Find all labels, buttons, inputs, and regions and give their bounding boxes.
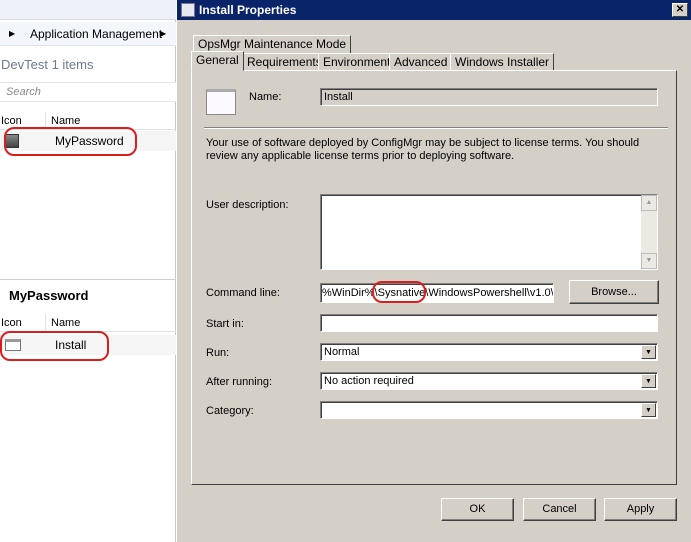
- highlight-circle: [0, 331, 109, 361]
- ok-button[interactable]: OK: [441, 498, 514, 521]
- start-in-label: Start in:: [206, 318, 244, 330]
- name-label: Name:: [249, 91, 282, 103]
- list-title: DevTest 1 items: [1, 57, 94, 72]
- search-input[interactable]: Search: [0, 82, 176, 102]
- user-description-textarea[interactable]: ▲ ▼: [320, 194, 658, 270]
- category-label: Category:: [206, 405, 254, 417]
- scroll-down-icon[interactable]: ▼: [641, 253, 657, 269]
- after-running-value: No action required: [324, 375, 414, 387]
- command-line-label: Command line:: [206, 287, 280, 299]
- divider: [0, 279, 176, 280]
- left-pane: ▶ Application Management ▶ DevTest 1 ite…: [0, 0, 176, 542]
- column-name[interactable]: Name: [45, 314, 80, 332]
- program-icon: [206, 89, 236, 115]
- after-running-select[interactable]: No action required ▼: [320, 372, 658, 390]
- tab-windows-installer[interactable]: Windows Installer: [450, 53, 555, 71]
- breadcrumb[interactable]: ▶ Application Management ▶: [0, 22, 176, 46]
- tab-advanced[interactable]: Advanced: [389, 53, 453, 71]
- highlight-circle: [4, 127, 137, 156]
- close-button[interactable]: ✕: [672, 3, 688, 17]
- cancel-button[interactable]: Cancel: [523, 498, 596, 521]
- start-in-input[interactable]: [320, 314, 658, 332]
- dropdown-arrow-icon[interactable]: ▼: [641, 374, 656, 388]
- category-select[interactable]: ▼: [320, 401, 658, 419]
- tab-general[interactable]: General: [191, 51, 244, 71]
- dialog-title: Install Properties: [199, 3, 297, 17]
- breadcrumb-item[interactable]: Application Management: [30, 22, 162, 46]
- dropdown-arrow-icon[interactable]: ▼: [641, 403, 656, 417]
- run-value: Normal: [324, 346, 360, 358]
- general-panel: Name: Install Your use of software deplo…: [191, 70, 677, 485]
- dropdown-arrow-icon[interactable]: ▼: [641, 345, 656, 359]
- tab-environment[interactable]: Environment: [318, 53, 396, 71]
- run-label: Run:: [206, 347, 230, 359]
- highlight-circle: [372, 281, 426, 303]
- tab-requirements[interactable]: Requirements: [242, 53, 327, 71]
- search-placeholder: Search: [6, 86, 41, 98]
- name-field[interactable]: Install: [320, 88, 658, 106]
- detail-list-header: Icon Name: [0, 314, 176, 332]
- scrollbar[interactable]: ▲ ▼: [641, 195, 657, 269]
- window-icon: [181, 3, 195, 17]
- run-select[interactable]: Normal ▼: [320, 343, 658, 361]
- apply-button[interactable]: Apply: [604, 498, 677, 521]
- user-description-label: User description:: [206, 199, 289, 211]
- title-bar: Install Properties ✕: [177, 0, 691, 20]
- scroll-up-icon[interactable]: ▲: [641, 195, 657, 211]
- detail-title: MyPassword: [9, 288, 89, 303]
- browse-button[interactable]: Browse...: [569, 280, 659, 304]
- chevron-right-icon[interactable]: ▶: [9, 22, 15, 46]
- command-line-input[interactable]: %WinDir%\Sysnative\WindowsPowershell\v1.…: [320, 283, 554, 303]
- column-icon[interactable]: Icon: [1, 314, 22, 332]
- chevron-right-icon[interactable]: ▶: [160, 22, 166, 46]
- install-properties-dialog: Install Properties ✕ OpsMgr Maintenance …: [176, 0, 691, 542]
- top-strip: [0, 0, 176, 20]
- after-running-label: After running:: [206, 376, 273, 388]
- separator: [204, 127, 668, 129]
- license-text: Your use of software deployed by ConfigM…: [206, 137, 640, 162]
